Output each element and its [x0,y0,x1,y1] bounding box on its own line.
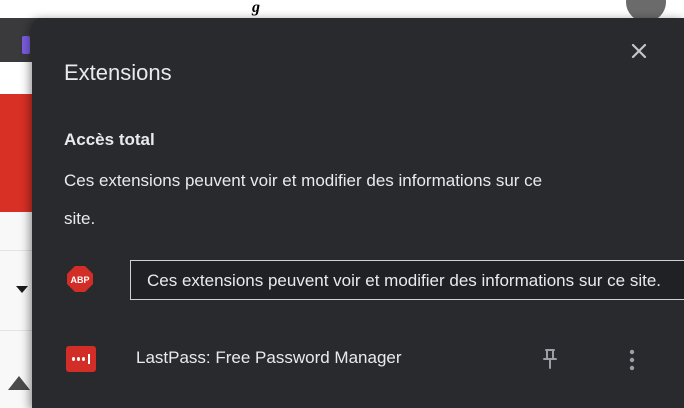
close-button[interactable] [624,36,654,66]
abp-icon[interactable]: ABP [67,266,93,292]
extensions-popup: Extensions Accès total Ces extensions pe… [32,18,684,408]
background-title-fragment: g [252,0,260,16]
scroll-up-icon[interactable] [8,376,30,390]
abp-icon-label: ABP [70,275,89,285]
extension-name[interactable]: LastPass: Free Password Manager [136,348,402,368]
tab-favicon-purple[interactable] [22,36,30,54]
section-heading: Accès total [64,130,155,149]
extension-row-abp[interactable]: ABP Ces extensions peuvent voir et modif… [32,252,684,308]
background-top-bar [0,0,684,18]
section-description: Ces extensions peuvent voir et modifier … [64,171,543,228]
more-options-button[interactable] [620,346,644,374]
popup-title: Extensions [64,60,172,85]
dropdown-arrow-icon[interactable] [16,286,28,293]
tooltip: Ces extensions peuvent voir et modifier … [130,260,684,300]
pin-button[interactable] [538,346,562,372]
screen: g Extensions Accès total Ces extensions … [0,0,684,408]
lastpass-icon [66,346,96,372]
pin-icon [543,349,557,369]
close-icon [631,43,647,59]
tooltip-text: Ces extensions peuvent voir et modifier … [147,271,662,290]
extension-row-lastpass[interactable]: LastPass: Free Password Manager [32,332,684,388]
more-vertical-icon [629,349,635,371]
